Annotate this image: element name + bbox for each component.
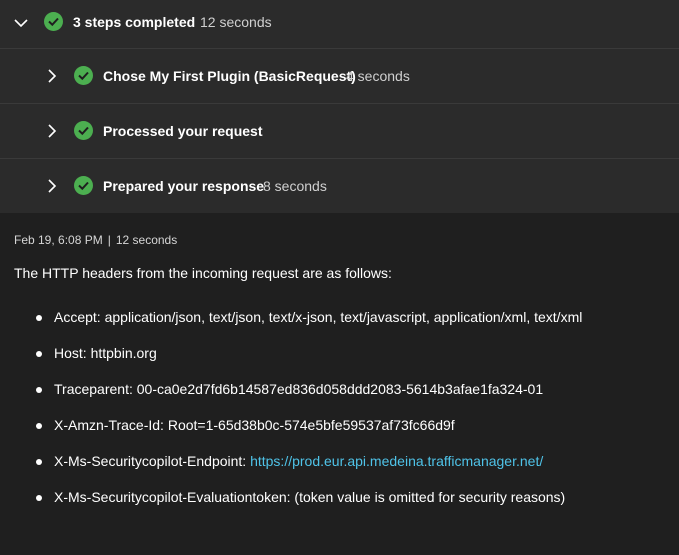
- list-item: X-Ms-Securitycopilot-Endpoint: https://p…: [0, 451, 679, 487]
- header-text: Traceparent: 00-ca0e2d7fd6b14587ed836d05…: [54, 381, 544, 397]
- header-text: X-Ms-Securitycopilot-Endpoint:: [54, 453, 251, 469]
- bullet: [36, 495, 42, 501]
- bullet: [36, 387, 42, 393]
- check-circle-icon: [44, 12, 63, 31]
- steps-summary-title: 3 steps completed: [73, 14, 196, 30]
- steps-summary-row[interactable]: 3 steps completed 12 seconds: [0, 0, 679, 48]
- header-text: Host: httpbin.org: [54, 345, 157, 361]
- bullet: [36, 459, 42, 465]
- chevron-right-icon[interactable]: [44, 178, 60, 194]
- list-item: Traceparent: 00-ca0e2d7fd6b14587ed836d05…: [0, 379, 679, 415]
- header-text: X-Ms-Securitycopilot-Evaluationtoken: (t…: [54, 489, 566, 505]
- chevron-right-icon[interactable]: [44, 68, 60, 84]
- step-time: 4 seconds: [346, 68, 410, 84]
- chevron-right-icon[interactable]: [44, 123, 60, 139]
- check-circle-icon: [74, 66, 93, 85]
- response-meta: Feb 19, 6:08 PM | 12 seconds: [14, 233, 177, 247]
- list-item: Accept: application/json, text/json, tex…: [0, 307, 679, 343]
- bullet: [36, 351, 42, 357]
- response-intro: The HTTP headers from the incoming reque…: [14, 265, 392, 281]
- list-item: X-Ms-Securitycopilot-Evaluationtoken: (t…: [0, 487, 679, 523]
- step-item[interactable]: Processed your request: [0, 104, 679, 159]
- bullet: [36, 423, 42, 429]
- check-circle-icon: [74, 121, 93, 140]
- header-text: Accept: application/json, text/json, tex…: [54, 309, 583, 325]
- step-title: Chose My First Plugin (BasicRequest): [103, 68, 356, 84]
- step-title: Prepared your response: [103, 178, 265, 194]
- header-text-with-link: X-Ms-Securitycopilot-Endpoint: https://p…: [54, 453, 543, 469]
- step-item[interactable]: Prepared your response 8 seconds: [0, 159, 679, 214]
- step-title: Processed your request: [103, 123, 263, 139]
- response-duration: 12 seconds: [115, 233, 178, 247]
- check-circle-icon: [74, 176, 93, 195]
- steps-panel: 3 steps completed 12 seconds Chose My Fi…: [0, 0, 679, 213]
- response-date: Feb 19, 6:08 PM: [14, 233, 103, 247]
- endpoint-link[interactable]: https://prod.eur.api.medeina.trafficmana…: [250, 453, 543, 469]
- headers-list: Accept: application/json, text/json, tex…: [0, 307, 679, 523]
- bullet: [36, 315, 42, 321]
- chevron-down-icon[interactable]: [13, 15, 29, 31]
- step-item[interactable]: Chose My First Plugin (BasicRequest) 4 s…: [0, 49, 679, 104]
- list-item: X-Amzn-Trace-Id: Root=1-65d38b0c-574e5bf…: [0, 415, 679, 451]
- steps-summary-time: 12 seconds: [200, 14, 272, 30]
- step-time: 8 seconds: [263, 178, 327, 194]
- meta-separator: |: [107, 233, 111, 247]
- header-text: X-Amzn-Trace-Id: Root=1-65d38b0c-574e5bf…: [54, 417, 455, 433]
- list-item: Host: httpbin.org: [0, 343, 679, 379]
